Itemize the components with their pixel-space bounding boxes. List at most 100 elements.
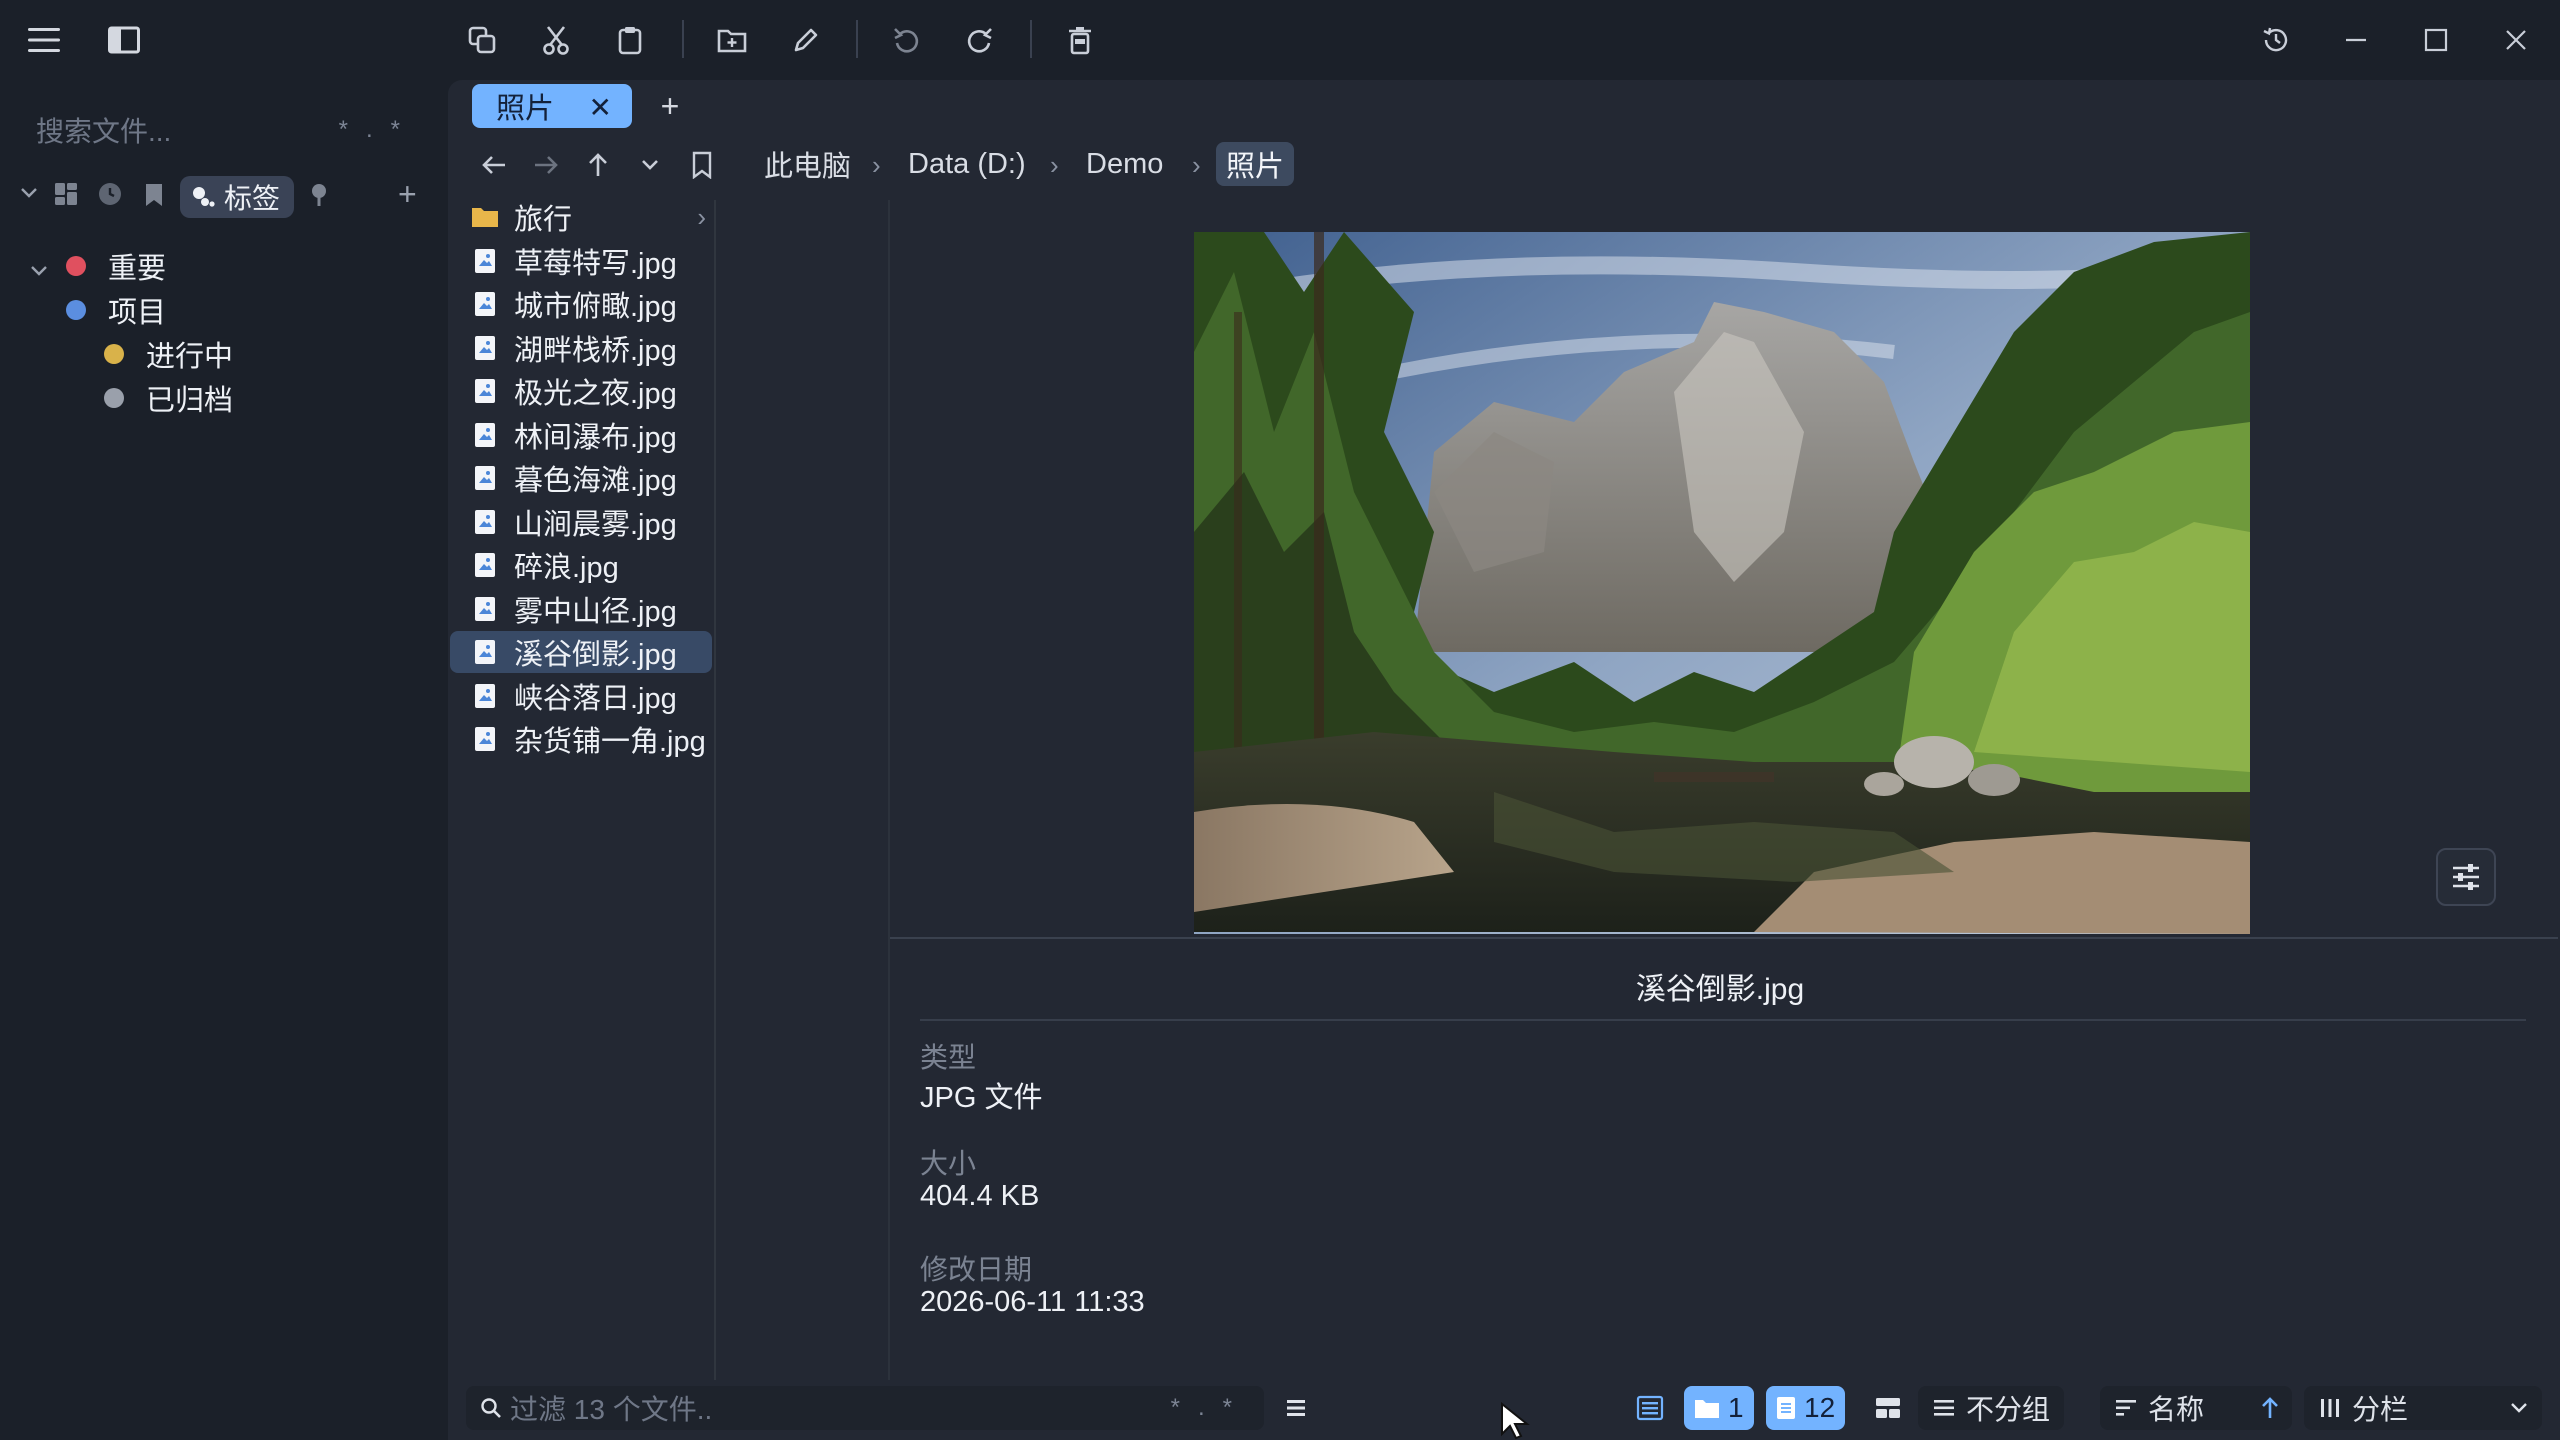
image-file-icon [470,335,500,361]
file-count-badge[interactable]: 12 [1766,1386,1846,1430]
copy-icon[interactable] [456,14,508,66]
tab-close-icon[interactable]: ✕ [589,91,612,124]
file-row[interactable]: 极光之夜.jpg [450,370,712,412]
file-name: 碎浪.jpg [514,552,619,584]
image-file-icon [470,509,500,535]
file-row[interactable]: 碎浪.jpg [450,544,712,586]
group-by-button[interactable]: 不分组 [1918,1386,2065,1430]
sidebar-search-placeholder: 搜索文件... [36,116,172,147]
select-all-button[interactable] [1636,1386,1664,1430]
search-icon [481,1398,501,1418]
tag-label: 重要 [108,253,167,285]
recent-clock-icon[interactable] [98,182,122,206]
paste-icon[interactable] [604,14,656,66]
tag-item-in-progress[interactable]: 进行中 [104,332,233,376]
tab-label: 照片 [496,93,555,125]
property-label-type: 类型 [920,1042,977,1073]
history-icon[interactable] [2250,14,2302,66]
file-row[interactable]: 峡谷落日.jpg [450,675,712,717]
wildcard-toggle[interactable]: * [1171,1394,1198,1421]
image-preview [1194,232,2250,934]
file-name: 峡谷落日.jpg [514,682,677,715]
regex-toggle[interactable]: .* [1198,1394,1250,1421]
dashboard-icon[interactable] [54,182,78,206]
file-row[interactable]: 雾中山径.jpg [450,588,712,630]
new-folder-icon[interactable] [706,14,758,66]
file-row[interactable]: 暮色海滩.jpg [450,457,712,499]
group-lines-icon [1934,1400,1954,1416]
breadcrumb-item[interactable]: 此电脑 [764,142,851,186]
tag-color-dot [104,388,124,408]
tag-item-archived[interactable]: 已归档 [104,376,233,420]
file-name: 林间瀑布.jpg [514,421,677,454]
tag-item-project[interactable]: 项目 [66,288,166,332]
file-row[interactable]: 溪谷倒影.jpg [450,631,712,673]
file-name: 溪谷倒影.jpg [514,639,677,671]
collapse-chevron-icon[interactable] [18,182,40,204]
sort-icon [2116,1400,2136,1416]
adjust-sliders-button[interactable] [2436,848,2496,906]
file-row[interactable]: 城市俯瞰.jpg [450,283,712,325]
property-label-modified: 修改日期 [920,1254,1033,1285]
folder-icon [470,206,500,228]
history-dropdown-icon[interactable] [626,140,674,190]
new-tab-button[interactable]: + [648,84,692,128]
breadcrumb-item[interactable]: Data (D:) [908,142,1026,186]
filter-options-button[interactable] [1284,1386,1308,1430]
tab-tags[interactable]: 标签 [180,176,295,218]
back-arrow-icon[interactable] [470,140,518,190]
image-file-icon [470,422,500,448]
menu-icon[interactable] [18,14,70,66]
file-row[interactable]: 林间瀑布.jpg [450,414,712,456]
filter-input[interactable]: 过滤 13 个文件.. *.* [466,1386,1264,1430]
file-count: 12 [1804,1392,1836,1423]
preview-divider [920,1019,2526,1021]
layout-mode-label: 分栏 [2352,1394,2409,1425]
layout-mode-button[interactable]: 分栏 [2304,1386,2542,1430]
file-row[interactable]: 草莓特写.jpg [450,240,712,282]
breadcrumb-item[interactable]: Demo [1086,142,1163,186]
expand-chevron-icon[interactable] [28,260,50,282]
column-divider[interactable] [714,200,716,1380]
image-file-icon [470,465,500,491]
close-icon[interactable] [2490,14,2542,66]
file-row[interactable]: 山涧晨雾.jpg [450,501,712,543]
redo-icon[interactable] [954,14,1006,66]
delete-icon[interactable] [1054,14,1106,66]
file-row[interactable]: 杂货铺一角.jpg [450,718,712,760]
sort-by-button[interactable]: 名称 [2100,1386,2292,1430]
bookmark-location-icon[interactable] [678,140,726,190]
forward-arrow-icon[interactable] [522,140,570,190]
cut-icon[interactable] [530,14,582,66]
up-arrow-icon[interactable] [574,140,622,190]
tab-tags-label: 标签 [224,183,281,214]
file-list: 旅行 › 草莓特写.jpg 城市俯瞰.jpg 湖畔栈桥.jpg 极光之夜.jpg 林间瀑布.… [450,196,714,1386]
list-menu-icon [1287,1400,1305,1416]
folder-row[interactable]: 旅行 › [450,196,712,238]
view-mode-button[interactable] [1874,1386,1902,1430]
image-file-icon [470,683,500,709]
folder-count-badge[interactable]: 1 [1684,1386,1754,1430]
sort-ascending-icon[interactable] [2260,1396,2280,1420]
tag-item-important[interactable]: 重要 [66,244,166,288]
sidebar-toggle-icon[interactable] [98,14,150,66]
add-tag-button[interactable]: + [398,176,417,213]
preview-splitter[interactable] [890,937,2558,939]
rename-icon[interactable] [780,14,832,66]
pin-icon[interactable] [308,182,330,208]
file-row[interactable]: 湖畔栈桥.jpg [450,327,712,369]
regex-toggle[interactable]: .* [366,116,418,143]
undo-icon[interactable] [880,14,932,66]
tags-icon [193,187,215,207]
bookmark-icon[interactable] [144,182,164,208]
chevron-right-icon: › [697,202,706,232]
file-name: 旅行 [514,204,573,236]
wildcard-toggle[interactable]: * [339,116,366,143]
breadcrumb-current[interactable]: 照片 [1216,142,1295,186]
tab-photos[interactable]: 照片 ✕ [472,84,632,128]
maximize-icon[interactable] [2410,14,2462,66]
sidebar-search-input[interactable]: 搜索文件... *.* [18,104,428,156]
property-value-size: 404.4 KB [920,1180,1040,1212]
column-divider[interactable] [888,200,890,1380]
minimize-icon[interactable] [2330,14,2382,66]
